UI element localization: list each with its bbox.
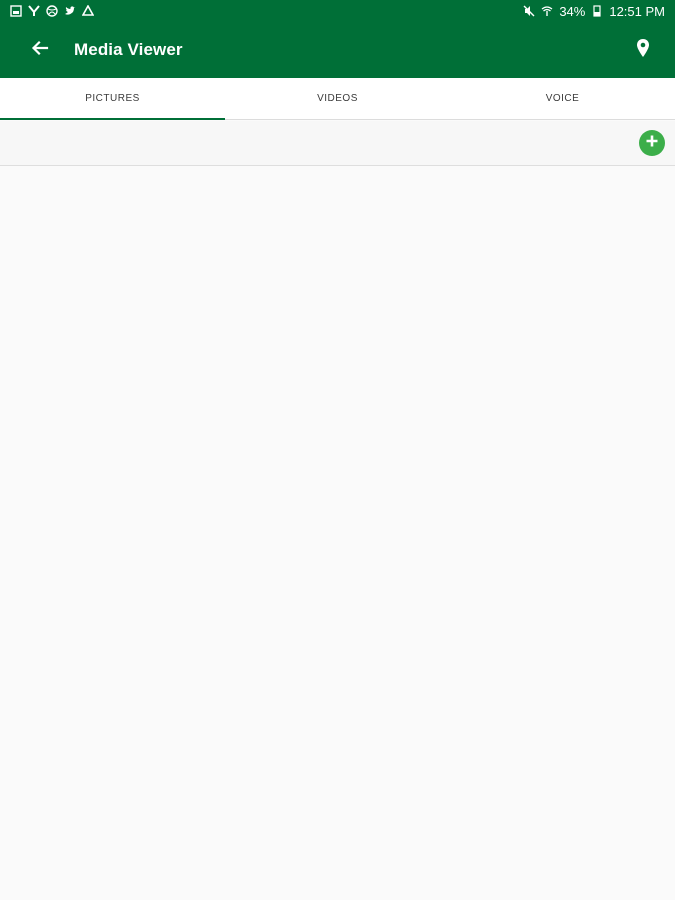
notification-icons — [10, 5, 94, 17]
twitter-icon — [64, 5, 76, 17]
back-button[interactable] — [20, 30, 60, 70]
page-title: Media Viewer — [74, 40, 183, 59]
map-pin-icon — [635, 38, 651, 63]
tab-videos[interactable]: VIDEOS — [225, 78, 450, 119]
dribbble-icon — [46, 5, 58, 17]
wifi-icon — [541, 5, 553, 17]
media-tabs: PICTURES VIDEOS VOICE — [0, 78, 675, 120]
battery-icon — [591, 5, 603, 17]
location-button[interactable] — [627, 34, 659, 66]
yammer-icon — [28, 5, 40, 17]
mute-icon — [523, 5, 535, 17]
tab-voice[interactable]: VOICE — [450, 78, 675, 119]
clock: 12:51 PM — [609, 3, 665, 19]
plus-circle-icon — [645, 134, 659, 153]
tab-pictures[interactable]: PICTURES — [0, 78, 225, 120]
app-bar: Media Viewer — [0, 22, 675, 78]
drive-icon — [82, 5, 94, 17]
add-media-button[interactable] — [639, 130, 665, 156]
battery-percent: 34% — [559, 3, 586, 19]
status-bar: 34% 12:51 PM — [0, 0, 675, 22]
gallery-icon — [10, 5, 22, 17]
arrow-left-icon — [31, 39, 49, 62]
system-status: 34% 12:51 PM — [523, 4, 665, 19]
media-toolbar — [0, 121, 675, 166]
media-list-area — [0, 166, 675, 900]
